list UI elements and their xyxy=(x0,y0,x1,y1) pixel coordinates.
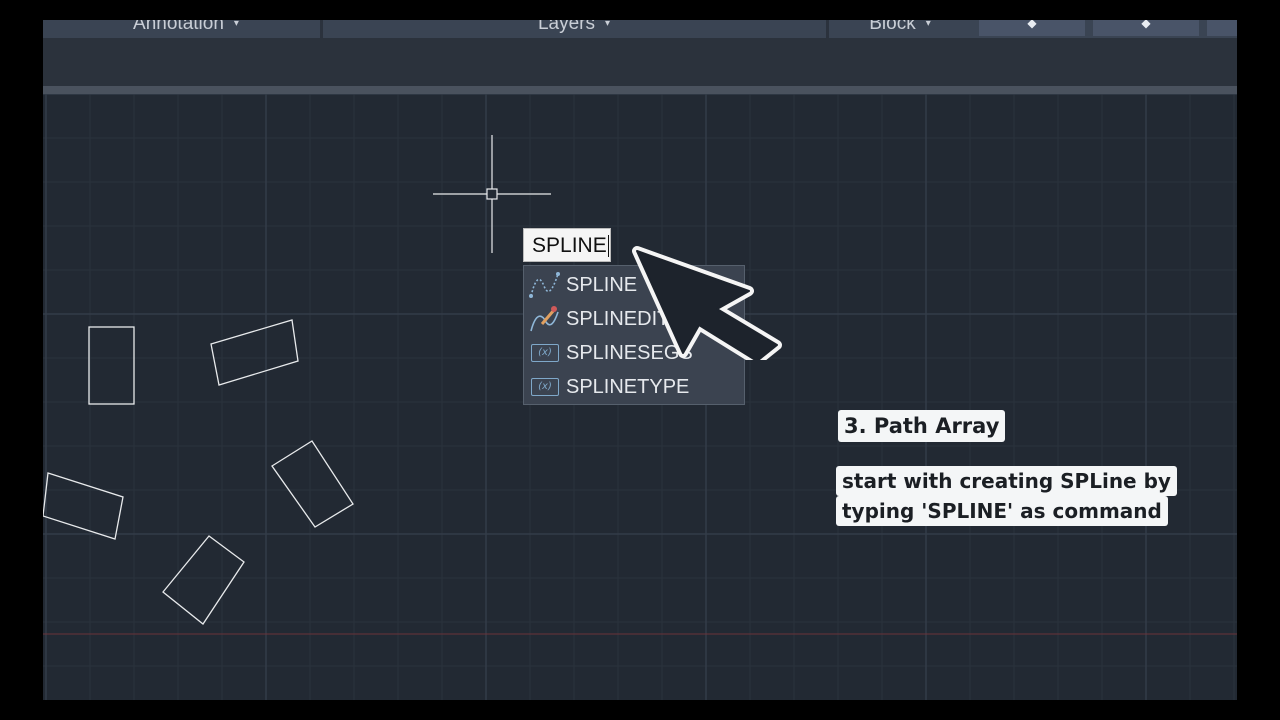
file-tab-bar xyxy=(43,38,1237,88)
rectangle-shape xyxy=(271,440,354,528)
block-panel-button[interactable]: Block ▾ xyxy=(830,20,970,36)
text-caret xyxy=(607,235,609,258)
instruction-callout-line2: typing 'SPLINE' as command xyxy=(836,496,1168,526)
diamond-down-icon: ◆ xyxy=(1027,20,1037,30)
layers-panel-button[interactable]: Layers ▾ xyxy=(324,20,824,36)
ribbon-separator xyxy=(320,20,323,38)
instruction-text-line2: typing 'SPLINE' as command xyxy=(842,499,1162,523)
instruction-callout-line1: start with creating SPLine by xyxy=(836,466,1177,496)
instruction-text-line1: start with creating SPLine by xyxy=(842,469,1171,493)
spline-icon xyxy=(528,270,562,300)
utilities-panel-button[interactable] xyxy=(1207,20,1237,36)
groups-panel-button[interactable]: ◆ xyxy=(1093,20,1199,36)
chevron-down-icon: ▾ xyxy=(233,20,239,29)
system-variable-icon: (x) xyxy=(528,372,562,402)
command-text: SPLINE xyxy=(532,234,607,257)
rectangle-shape xyxy=(210,319,299,386)
autocomplete-item-label: SPLINETYPE xyxy=(566,375,690,398)
autocad-window: Annotation ▾ Layers ▾ Block ▾ ◆ ◆ SPLINE… xyxy=(43,20,1237,700)
arrow-pointer-icon xyxy=(632,246,782,360)
chevron-down-icon: ▾ xyxy=(605,20,611,29)
block-panel-label: Block xyxy=(869,20,916,34)
properties-panel-button[interactable]: ◆ xyxy=(979,20,1085,36)
chevron-down-icon: ▾ xyxy=(925,20,931,29)
diamond-down-icon: ◆ xyxy=(1141,20,1151,30)
viewport-divider xyxy=(43,86,1237,94)
rectangle-shape xyxy=(162,535,245,625)
ribbon-separator xyxy=(826,20,829,38)
annotation-panel-label: Annotation xyxy=(133,20,224,34)
autocomplete-item-splinetype[interactable]: (x) SPLINETYPE xyxy=(524,370,744,404)
step-heading-callout: 3. Path Array xyxy=(838,410,1006,442)
rectangle-shape xyxy=(43,472,124,540)
dynamic-command-input[interactable]: SPLINE xyxy=(523,228,611,262)
rectangle-shape xyxy=(88,326,135,405)
step-heading-text: 3. Path Array xyxy=(844,414,1000,438)
ribbon-panel-bar: Annotation ▾ Layers ▾ Block ▾ ◆ ◆ xyxy=(43,20,1237,38)
autocomplete-item-label: SPLINE xyxy=(566,273,638,296)
splinedit-icon xyxy=(528,304,562,334)
system-variable-icon: (x) xyxy=(528,338,562,368)
annotation-panel-button[interactable]: Annotation ▾ xyxy=(53,20,319,36)
layers-panel-label: Layers xyxy=(537,20,595,34)
